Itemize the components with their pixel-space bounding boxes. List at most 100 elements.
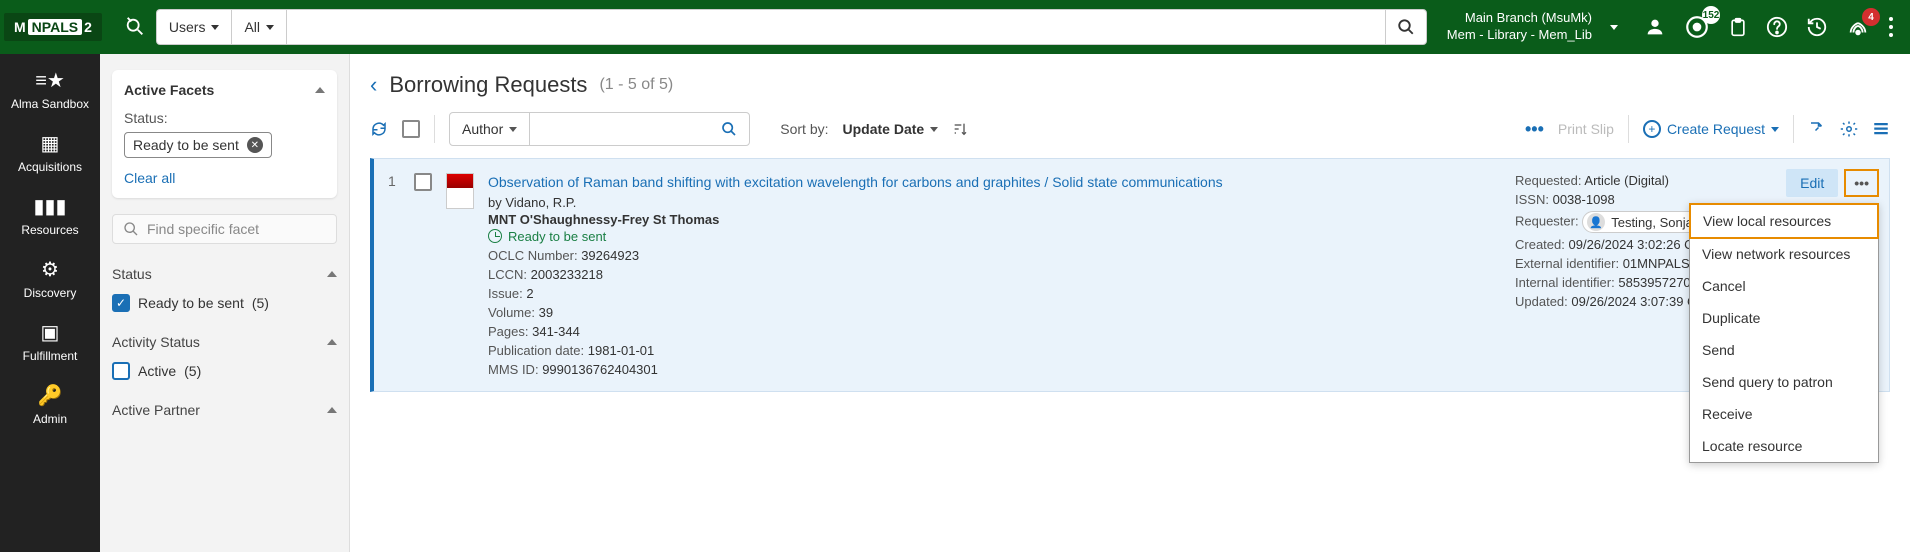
filter-select[interactable]: Author — [449, 112, 750, 146]
sidenav-item-sandbox[interactable]: ≡★Alma Sandbox — [0, 58, 100, 121]
clear-all-link[interactable]: Clear all — [124, 170, 325, 186]
more-actions-icon[interactable]: ••• — [1525, 119, 1544, 140]
search-scope-users[interactable]: Users — [156, 9, 232, 45]
app-logo[interactable]: MNPALS2 — [4, 13, 102, 41]
sidenav-label: Fulfillment — [23, 349, 78, 363]
search-scope-all[interactable]: All — [231, 9, 287, 45]
facet-row[interactable]: Active (5) — [112, 358, 337, 394]
menu-item-view-local[interactable]: View local resources — [1689, 203, 1879, 239]
clock-icon — [488, 229, 502, 243]
kv-val: 39 — [539, 305, 553, 320]
org-dropdown-icon[interactable] — [1610, 25, 1618, 30]
box-icon: ▣ — [4, 320, 96, 345]
sort-select[interactable]: Update Date — [843, 121, 939, 137]
key-icon: 🔑 — [4, 383, 96, 408]
search-input[interactable] — [287, 9, 1385, 45]
facet-section-status[interactable]: Status — [112, 258, 337, 290]
facet-row[interactable]: ✓ Ready to be sent (5) — [112, 290, 337, 326]
kv-key: External identifier: — [1515, 256, 1619, 271]
kv-key: Created: — [1515, 237, 1565, 252]
list-view-icon[interactable] — [1872, 120, 1890, 138]
search-button[interactable] — [1385, 9, 1427, 45]
sidenav-item-resources[interactable]: ▮▮▮Resources — [0, 184, 100, 247]
persistent-search-icon[interactable] — [124, 16, 146, 38]
caret-icon — [509, 127, 517, 132]
help-icon[interactable] — [1766, 16, 1788, 38]
export-icon[interactable] — [1808, 120, 1826, 138]
page-header: ‹ Borrowing Requests (1 - 5 of 5) — [370, 72, 1890, 98]
sidenav-item-discovery[interactable]: ⚙Discovery — [0, 247, 100, 310]
result-title-link[interactable]: Observation of Raman band shifting with … — [488, 173, 1501, 193]
active-facets-header[interactable]: Active Facets — [124, 82, 325, 98]
kv-val: 39264923 — [581, 248, 639, 263]
active-facets-card: Active Facets Status: Ready to be sent✕ … — [112, 70, 337, 198]
row-more-button[interactable]: ••• — [1844, 169, 1879, 197]
settings-icon[interactable] — [1840, 120, 1858, 138]
chevron-up-icon — [327, 339, 337, 345]
menu-item-duplicate[interactable]: Duplicate — [1690, 302, 1878, 334]
clipboard-icon[interactable] — [1728, 16, 1748, 38]
kv-key: Internal identifier: — [1515, 275, 1615, 290]
requester-chip[interactable]: 👤Testing, Sonja — [1582, 211, 1704, 233]
result-status: Ready to be sent — [488, 229, 1501, 244]
section-title: Status — [112, 266, 152, 282]
menu-item-send-query[interactable]: Send query to patron — [1690, 366, 1878, 398]
kv-key: OCLC Number: — [488, 248, 578, 263]
separator — [1793, 115, 1794, 143]
facet-section-activity[interactable]: Activity Status — [112, 326, 337, 358]
sort-value: Update Date — [843, 121, 925, 137]
result-row: 1 Observation of Raman band shifting wit… — [370, 158, 1890, 392]
select-all-checkbox[interactable] — [402, 120, 420, 138]
sidenav-item-admin[interactable]: 🔑Admin — [0, 373, 100, 436]
search-icon[interactable] — [721, 121, 737, 137]
checkbox-checked-icon[interactable]: ✓ — [112, 294, 130, 312]
menu-item-receive[interactable]: Receive — [1690, 398, 1878, 430]
row-actions: Edit ••• — [1786, 169, 1879, 197]
kv-val: 2003233218 — [531, 267, 603, 282]
remove-chip-icon[interactable]: ✕ — [247, 137, 263, 153]
row-checkbox[interactable] — [414, 173, 432, 191]
facet-chip[interactable]: Ready to be sent✕ — [124, 132, 272, 158]
chevron-up-icon — [315, 87, 325, 93]
kebab-menu-icon[interactable] — [1888, 16, 1894, 38]
menu-item-locate[interactable]: Locate resource — [1690, 430, 1878, 462]
kv-key: Pages: — [488, 324, 528, 339]
sidenav-item-acquisitions[interactable]: ▦Acquisitions — [0, 121, 100, 184]
edit-button[interactable]: Edit — [1786, 169, 1838, 197]
facet-section-partner[interactable]: Active Partner — [112, 394, 337, 426]
print-slip-button: Print Slip — [1558, 121, 1614, 137]
menu-item-send[interactable]: Send — [1690, 334, 1878, 366]
facets-panel: Active Facets Status: Ready to be sent✕ … — [100, 54, 350, 552]
history-icon[interactable] — [1806, 16, 1828, 38]
sidenav-label: Discovery — [24, 286, 77, 300]
user-icon[interactable] — [1644, 16, 1666, 38]
tasks-icon[interactable]: 152 — [1684, 14, 1710, 40]
kv-key: Requested: — [1515, 173, 1582, 188]
actions-dropdown: View local resources View network resour… — [1689, 203, 1879, 463]
chevron-up-icon — [327, 407, 337, 413]
checkbox-icon[interactable] — [112, 362, 130, 380]
section-title: Activity Status — [112, 334, 200, 350]
facet-value: Ready to be sent — [138, 295, 244, 311]
caret-icon — [1771, 127, 1779, 132]
person-icon: 👤 — [1587, 213, 1605, 231]
rfid-icon[interactable]: 4 — [1846, 16, 1870, 38]
kv-row: LCCN: 2003233218 — [488, 267, 1501, 282]
sort-direction-icon[interactable] — [952, 121, 968, 137]
menu-item-view-network[interactable]: View network resources — [1690, 238, 1878, 270]
facet-search-input[interactable]: Find specific facet — [112, 214, 337, 244]
facet-value: Active — [138, 363, 176, 379]
facet-count: (5) — [252, 295, 269, 311]
facet-count: (5) — [184, 363, 201, 379]
menu-item-cancel[interactable]: Cancel — [1690, 270, 1878, 302]
org-info[interactable]: Main Branch (MsuMk) Mem - Library - Mem_… — [1447, 10, 1600, 44]
back-icon[interactable]: ‹ — [370, 72, 377, 98]
refresh-icon[interactable] — [370, 120, 388, 138]
kv-key: Requester: — [1515, 214, 1579, 229]
create-request-button[interactable]: +Create Request — [1643, 120, 1779, 138]
result-institution: MNT O'Shaughnessy-Frey St Thomas — [488, 212, 1501, 227]
kv-val: 9990136762404301 — [542, 362, 658, 377]
result-byline: by Vidano, R.P. — [488, 195, 1501, 210]
sidenav-item-fulfillment[interactable]: ▣ Fulfillment — [0, 310, 100, 373]
scope-label: Users — [169, 19, 206, 35]
